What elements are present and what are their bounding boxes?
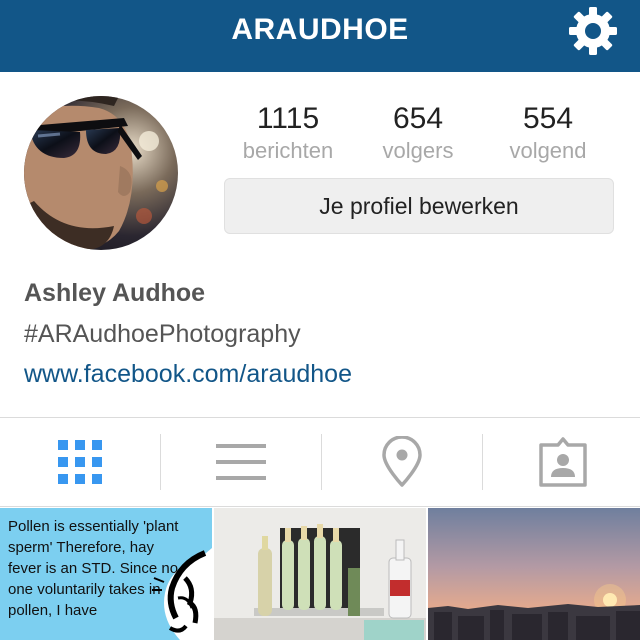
tab-list-view[interactable] xyxy=(161,418,321,506)
gear-icon[interactable] xyxy=(568,6,618,56)
list-icon xyxy=(216,444,266,480)
followers-count-stat[interactable]: 654 volgers xyxy=(358,100,478,164)
grid-icon xyxy=(58,440,102,484)
following-count: 554 xyxy=(522,102,574,135)
tab-tagged-view[interactable] xyxy=(483,418,640,506)
profile-username-title: ARAUDHOE xyxy=(231,13,409,46)
posts-count: 1115 xyxy=(256,102,320,135)
profile-website-link[interactable]: www.facebook.com/araudhoe xyxy=(24,360,352,389)
following-count-stat[interactable]: 554 volgend xyxy=(488,100,608,164)
tab-places-view[interactable] xyxy=(322,418,482,506)
cartoon-illustration xyxy=(152,548,212,640)
avatar[interactable] xyxy=(24,96,178,250)
profile-view-tabs xyxy=(0,417,640,507)
profile-bio[interactable]: #ARAudhoePhotography xyxy=(24,320,301,349)
following-label: volgend xyxy=(509,138,587,163)
tab-grid-view[interactable] xyxy=(0,418,160,506)
followers-label: volgers xyxy=(382,138,454,163)
post-tile-quote[interactable]: Pollen is essentially 'plant sperm' Ther… xyxy=(0,508,212,640)
profile-name: Ashley Audhoe xyxy=(24,279,206,307)
sunset-photo xyxy=(428,508,640,640)
posts-grid: Pollen is essentially 'plant sperm' Ther… xyxy=(0,508,640,640)
followers-count: 654 xyxy=(392,102,444,135)
tagged-person-icon xyxy=(539,437,587,487)
location-pin-icon xyxy=(382,436,422,487)
post-tile-sunset[interactable] xyxy=(428,508,640,640)
bottles-photo xyxy=(214,508,426,640)
top-bar: ARAUDHOE xyxy=(0,0,640,72)
post-tile-bottles[interactable] xyxy=(214,508,426,640)
posts-count-stat[interactable]: 1115 berichten xyxy=(228,100,348,164)
posts-label: berichten xyxy=(242,138,334,163)
edit-profile-button[interactable]: Je profiel bewerken xyxy=(224,178,614,234)
